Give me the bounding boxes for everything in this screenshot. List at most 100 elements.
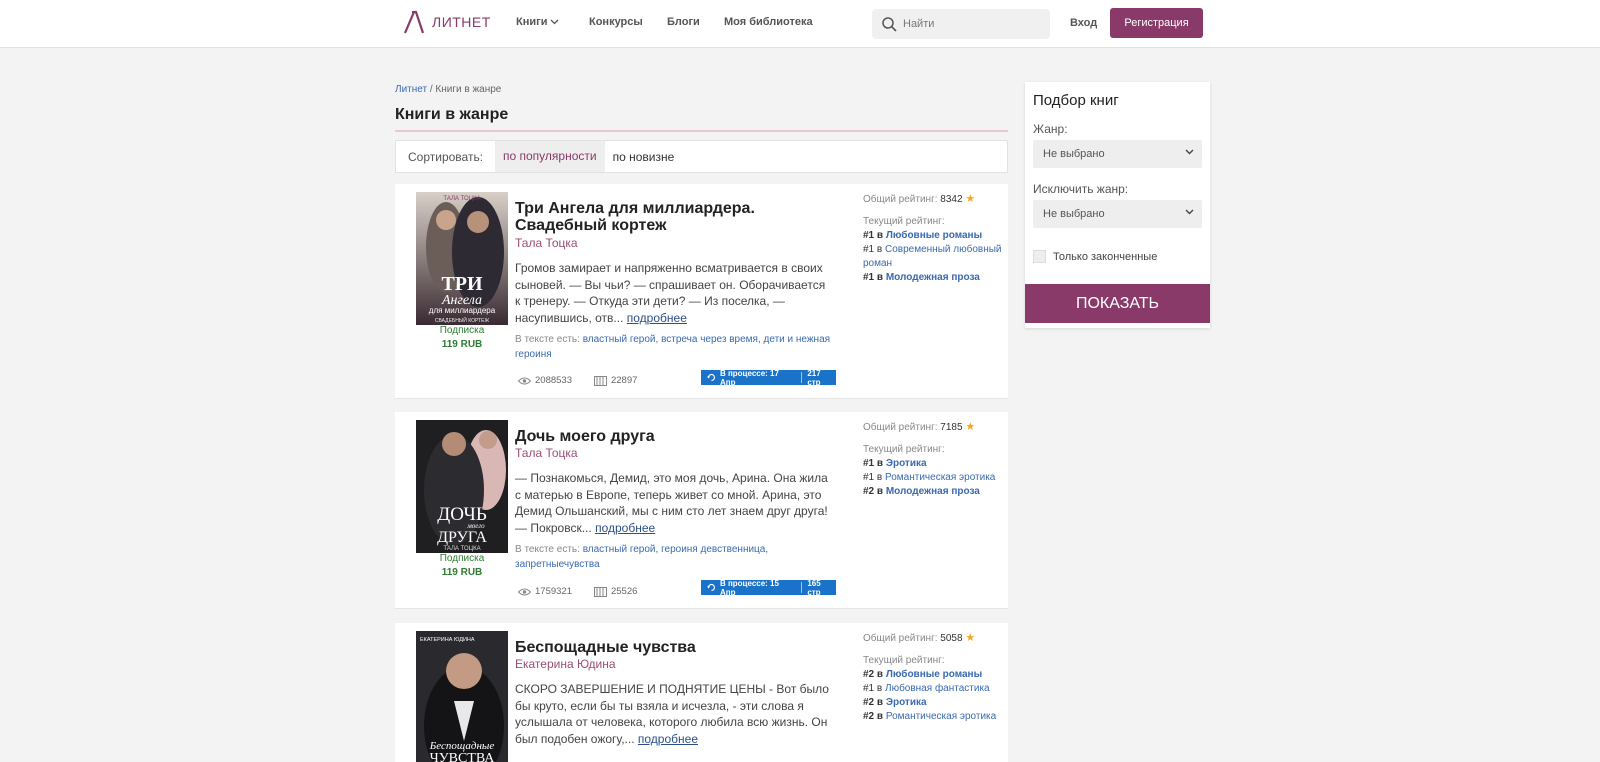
sort-by-popularity[interactable]: по популярности: [495, 141, 605, 172]
book-cover[interactable]: ЕКАТЕРИНА ЮДИНА Беспощадные ЧУВСТВА: [416, 631, 508, 762]
chevron-down-icon: [551, 19, 559, 25]
cover-title-line3: СВАДЕБНЫЙ КОРТЕЖ: [435, 316, 490, 324]
book-cover[interactable]: ТАЛА ТОЦКА ТРИ Ангела для миллиардера СВ…: [416, 192, 508, 325]
book-description: — Познакомься, Демид, это моя дочь, Арин…: [515, 470, 833, 536]
total-rating: Общий рейтинг: 8342 ★: [863, 192, 1003, 207]
more-link[interactable]: подробнее: [595, 521, 655, 535]
current-rating-label: Текущий рейтинг:: [863, 444, 945, 455]
book-author[interactable]: Тала Тоцка: [515, 446, 578, 460]
rank-genre-link[interactable]: Эротика: [886, 458, 927, 469]
rank-item: #1 в Романтическая эротика: [863, 472, 996, 483]
price[interactable]: 119 RUB: [416, 566, 508, 580]
breadcrumb-separator: /: [429, 84, 433, 95]
book-stats: 1759321 25526: [518, 586, 637, 597]
rank-genre-link[interactable]: Современный любовный роман: [863, 244, 1001, 269]
book-title[interactable]: Дочь моего друга: [515, 428, 785, 445]
nav-my-library[interactable]: Моя библиотека: [724, 16, 813, 28]
logo[interactable]: ЛИТНЕТ: [403, 10, 491, 34]
exclude-genre-label: Исключить жанр:: [1033, 182, 1129, 196]
sort-by-newest[interactable]: по новизне: [605, 150, 675, 164]
finished-only-label: Только законченные: [1053, 250, 1158, 263]
total-rating-label: Общий рейтинг:: [863, 422, 938, 433]
current-rating-label: Текущий рейтинг:: [863, 655, 945, 666]
rank-item: #1 в Любовная фантастика: [863, 683, 990, 694]
rank-item: #2 в Молодежная проза: [863, 486, 980, 497]
star-icon: ★: [965, 421, 976, 433]
rank-genre-link[interactable]: Романтическая эротика: [886, 711, 996, 722]
nav-contests[interactable]: Конкурсы: [589, 16, 643, 28]
genre-select-value: Не выбрано: [1043, 148, 1105, 160]
exclude-genre-select[interactable]: Не выбрано: [1033, 200, 1202, 228]
total-rating-label: Общий рейтинг:: [863, 194, 938, 205]
pages-count: 217 стр: [807, 368, 821, 387]
views-count: 2088533: [535, 375, 572, 386]
book-card: ЕКАТЕРИНА ЮДИНА Беспощадные ЧУВСТВА Бесп…: [395, 623, 1008, 762]
site-header: ЛИТНЕТ Книги Конкурсы Блоги Моя библиоте…: [0, 0, 1600, 48]
book-card: ДОЧЬ моего ДРУГА ТАЛА ТОЦКА Подписка 119…: [395, 412, 1008, 609]
rank-item: #1 в Современный любовный роман: [863, 244, 1002, 269]
rating-block: Общий рейтинг: 8342 ★ Текущий рейтинг: #…: [863, 192, 1003, 285]
genre-select[interactable]: Не выбрано: [1033, 140, 1202, 168]
status-divider: [801, 372, 803, 383]
rank-item: #2 в Романтическая эротика: [863, 711, 997, 722]
rank-genre-link[interactable]: Любовные романы: [886, 669, 982, 680]
tags-label: В тексте есть:: [515, 544, 580, 555]
buy-info: Подписка 119 RUB: [416, 324, 508, 352]
cover-author: ТАЛА ТОЦКА: [443, 196, 480, 202]
status-text: В процессе: 17 Апр: [719, 368, 779, 387]
book-author[interactable]: Екатерина Юдина: [515, 657, 616, 671]
status-divider: [801, 582, 803, 593]
total-rating-value: 7185: [940, 422, 963, 433]
more-link[interactable]: подробнее: [638, 732, 698, 746]
total-rating: Общий рейтинг: 7185 ★: [863, 420, 1003, 435]
current-rating-label: Текущий рейтинг:: [863, 216, 945, 227]
book-title[interactable]: Беспощадные чувства: [515, 639, 785, 656]
nav-blogs[interactable]: Блоги: [667, 16, 700, 28]
refresh-icon: [707, 583, 716, 592]
total-rating: Общий рейтинг: 5058 ★: [863, 631, 1003, 646]
book-card: ТАЛА ТОЦКА ТРИ Ангела для миллиардера СВ…: [395, 184, 1008, 399]
status-badge: В процессе: 17 Апр 217 стр: [701, 368, 836, 387]
checkbox-box[interactable]: [1033, 250, 1046, 263]
cover-author: ЕКАТЕРИНА ЮДИНА: [420, 637, 475, 643]
show-button[interactable]: ПОКАЗАТЬ: [1025, 284, 1210, 323]
chevron-down-icon: [1185, 209, 1194, 215]
book-cover[interactable]: ДОЧЬ моего ДРУГА ТАЛА ТОЦКА: [416, 420, 508, 553]
book-title[interactable]: Три Ангела для миллиардера. Свадебный ко…: [515, 200, 785, 234]
rank-item: #2 в Эротика: [863, 697, 927, 708]
book-author[interactable]: Тала Тоцка: [515, 236, 578, 250]
exclude-genre-select-value: Не выбрано: [1043, 208, 1105, 220]
total-rating-value: 8342: [940, 194, 963, 205]
star-icon: ★: [965, 193, 976, 205]
search-icon: [882, 16, 897, 32]
rank-item: #2 в Любовные романы: [863, 669, 983, 680]
search-input[interactable]: [903, 18, 1043, 30]
search-box: [872, 9, 1050, 39]
book-filter-panel: Подбор книг Жанр: Не выбрано Исключить ж…: [1025, 82, 1210, 328]
breadcrumb: Литнет / Книги в жанре: [395, 84, 501, 95]
chevron-down-icon: [1185, 149, 1194, 155]
library-count: 25526: [610, 586, 638, 597]
rank-genre-link[interactable]: Эротика: [886, 697, 927, 708]
breadcrumb-current: Книги в жанре: [435, 84, 502, 95]
book-tags: В тексте есть: властный герой, встреча ч…: [515, 333, 840, 362]
cover-title-big: ТРИ: [441, 273, 483, 295]
register-button[interactable]: Регистрация: [1110, 8, 1203, 38]
status-badge: В процессе: 15 Апр 165 стр: [701, 579, 836, 597]
rank-genre-link[interactable]: Молодежная проза: [886, 272, 980, 283]
rank-genre-link[interactable]: Любовные романы: [886, 230, 982, 241]
price[interactable]: 119 RUB: [416, 338, 508, 352]
library-count: 22897: [610, 375, 638, 386]
rank-genre-link[interactable]: Молодежная проза: [886, 486, 980, 497]
rank-genre-link[interactable]: Любовная фантастика: [885, 683, 990, 694]
library-icon: [593, 375, 607, 386]
sort-label: Сортировать:: [408, 149, 484, 164]
more-link[interactable]: подробнее: [627, 311, 687, 325]
finished-only-checkbox[interactable]: Только законченные: [1033, 250, 1157, 263]
rank-genre-link[interactable]: Романтическая эротика: [885, 472, 995, 483]
nav-books[interactable]: Книги: [516, 16, 559, 28]
cover-title-line2: ДРУГА: [437, 529, 487, 546]
breadcrumb-home[interactable]: Литнет: [395, 84, 427, 95]
login-link[interactable]: Вход: [1070, 17, 1097, 29]
description-text: — Познакомься, Демид, это моя дочь, Арин…: [515, 471, 828, 535]
